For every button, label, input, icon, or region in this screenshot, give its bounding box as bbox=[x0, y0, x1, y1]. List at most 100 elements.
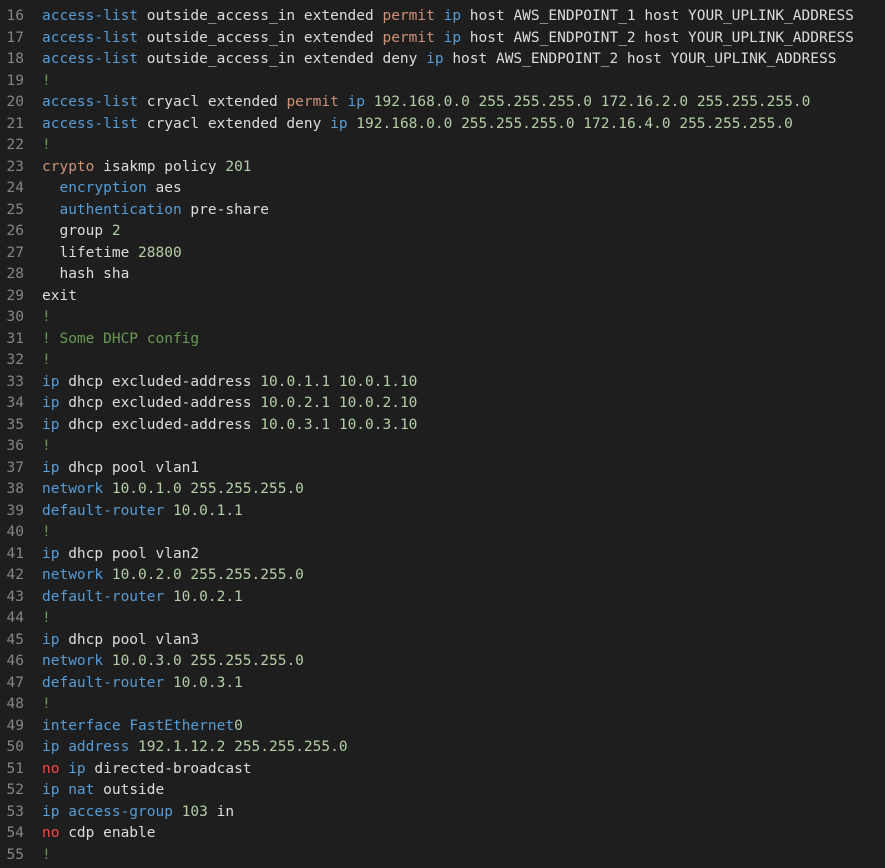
code-line[interactable]: 32! bbox=[0, 350, 885, 372]
token-num: 255.255.255.0 bbox=[697, 94, 811, 110]
code-content[interactable]: crypto isakmp policy 201 bbox=[42, 157, 885, 179]
code-line[interactable]: 46network 10.0.3.0 255.255.255.0 bbox=[0, 651, 885, 673]
code-content[interactable]: default-router 10.0.2.1 bbox=[42, 587, 885, 609]
code-content[interactable]: ! bbox=[42, 71, 885, 93]
code-line[interactable]: 33ip dhcp excluded-address 10.0.1.1 10.0… bbox=[0, 372, 885, 394]
code-line[interactable]: 51no ip directed-broadcast bbox=[0, 759, 885, 781]
code-content[interactable]: network 10.0.2.0 255.255.255.0 bbox=[42, 565, 885, 587]
code-line[interactable]: 47default-router 10.0.3.1 bbox=[0, 673, 885, 695]
code-content[interactable]: default-router 10.0.3.1 bbox=[42, 673, 885, 695]
code-line[interactable]: 55! bbox=[0, 845, 885, 867]
code-line[interactable]: 21access-list cryacl extended deny ip 19… bbox=[0, 114, 885, 136]
code-line[interactable]: 31! Some DHCP config bbox=[0, 329, 885, 351]
code-line[interactable]: 40! bbox=[0, 522, 885, 544]
code-content[interactable]: ! Some DHCP config bbox=[42, 329, 885, 351]
code-content[interactable]: ip dhcp pool vlan1 bbox=[42, 458, 885, 480]
code-content[interactable]: access-list outside_access_in extended d… bbox=[42, 49, 885, 71]
token-keyword: access-list bbox=[42, 51, 138, 67]
code-content[interactable]: no cdp enable bbox=[42, 823, 885, 845]
code-line[interactable]: 18access-list outside_access_in extended… bbox=[0, 49, 885, 71]
code-line[interactable]: 42network 10.0.2.0 255.255.255.0 bbox=[0, 565, 885, 587]
code-content[interactable]: ip dhcp excluded-address 10.0.1.1 10.0.1… bbox=[42, 372, 885, 394]
line-number: 52 bbox=[0, 780, 42, 802]
code-content[interactable]: ! bbox=[42, 522, 885, 544]
code-line[interactable]: 52ip nat outside bbox=[0, 780, 885, 802]
token-comment: ! bbox=[42, 352, 51, 368]
token-keyword: ip bbox=[68, 761, 85, 777]
code-content[interactable]: authentication pre-share bbox=[42, 200, 885, 222]
token-num: 192.1.12.2 bbox=[138, 739, 225, 755]
code-line[interactable]: 26 group 2 bbox=[0, 221, 885, 243]
token-default bbox=[59, 739, 68, 755]
code-line[interactable]: 25 authentication pre-share bbox=[0, 200, 885, 222]
code-content[interactable]: access-list outside_access_in extended p… bbox=[42, 28, 885, 50]
code-line[interactable]: 27 lifetime 28800 bbox=[0, 243, 885, 265]
code-content[interactable]: ! bbox=[42, 350, 885, 372]
code-content[interactable]: network 10.0.3.0 255.255.255.0 bbox=[42, 651, 885, 673]
code-line[interactable]: 35ip dhcp excluded-address 10.0.3.1 10.0… bbox=[0, 415, 885, 437]
line-number: 20 bbox=[0, 92, 42, 114]
code-line[interactable]: 49interface FastEthernet0 bbox=[0, 716, 885, 738]
code-content[interactable]: lifetime 28800 bbox=[42, 243, 885, 265]
code-line[interactable]: 41ip dhcp pool vlan2 bbox=[0, 544, 885, 566]
code-line[interactable]: 30! bbox=[0, 307, 885, 329]
code-content[interactable]: access-list cryacl extended permit ip 19… bbox=[42, 92, 885, 114]
code-content[interactable]: ! bbox=[42, 694, 885, 716]
token-permit: permit bbox=[382, 8, 434, 24]
code-content[interactable]: access-list cryacl extended deny ip 192.… bbox=[42, 114, 885, 136]
code-content[interactable]: ip dhcp pool vlan2 bbox=[42, 544, 885, 566]
code-line[interactable]: 50ip address 192.1.12.2 255.255.255.0 bbox=[0, 737, 885, 759]
code-content[interactable]: ! bbox=[42, 307, 885, 329]
code-editor[interactable]: 16access-list outside_access_in extended… bbox=[0, 6, 885, 866]
code-line[interactable]: 44! bbox=[0, 608, 885, 630]
code-content[interactable]: ip nat outside bbox=[42, 780, 885, 802]
code-line[interactable]: 43default-router 10.0.2.1 bbox=[0, 587, 885, 609]
code-line[interactable]: 22! bbox=[0, 135, 885, 157]
code-line[interactable]: 38network 10.0.1.0 255.255.255.0 bbox=[0, 479, 885, 501]
code-line[interactable]: 54no cdp enable bbox=[0, 823, 885, 845]
token-num: 192.168.0.0 bbox=[356, 116, 452, 132]
line-number: 43 bbox=[0, 587, 42, 609]
code-content[interactable]: ip access-group 103 in bbox=[42, 802, 885, 824]
code-line[interactable]: 20access-list cryacl extended permit ip … bbox=[0, 92, 885, 114]
code-content[interactable]: interface FastEthernet0 bbox=[42, 716, 885, 738]
code-content[interactable]: ! bbox=[42, 845, 885, 867]
code-line[interactable]: 16access-list outside_access_in extended… bbox=[0, 6, 885, 28]
code-line[interactable]: 34ip dhcp excluded-address 10.0.2.1 10.0… bbox=[0, 393, 885, 415]
code-line[interactable]: 19! bbox=[0, 71, 885, 93]
code-content[interactable]: ! bbox=[42, 436, 885, 458]
code-line[interactable]: 53ip access-group 103 in bbox=[0, 802, 885, 824]
code-content[interactable]: network 10.0.1.0 255.255.255.0 bbox=[42, 479, 885, 501]
code-line[interactable]: 24 encryption aes bbox=[0, 178, 885, 200]
token-keyword: ip bbox=[42, 804, 59, 820]
code-content[interactable]: ip dhcp excluded-address 10.0.3.1 10.0.3… bbox=[42, 415, 885, 437]
token-num: 255.255.255.0 bbox=[190, 567, 304, 583]
code-line[interactable]: 48! bbox=[0, 694, 885, 716]
code-content[interactable]: ! bbox=[42, 608, 885, 630]
code-content[interactable]: ip dhcp pool vlan3 bbox=[42, 630, 885, 652]
token-num: 10.0.2.1 bbox=[173, 589, 243, 605]
code-content[interactable]: default-router 10.0.1.1 bbox=[42, 501, 885, 523]
code-content[interactable]: ip address 192.1.12.2 255.255.255.0 bbox=[42, 737, 885, 759]
code-content[interactable]: access-list outside_access_in extended p… bbox=[42, 6, 885, 28]
token-default: pre-share bbox=[182, 202, 269, 218]
line-number: 50 bbox=[0, 737, 42, 759]
code-content[interactable]: group 2 bbox=[42, 221, 885, 243]
code-line[interactable]: 36! bbox=[0, 436, 885, 458]
code-content[interactable]: exit bbox=[42, 286, 885, 308]
code-line[interactable]: 28 hash sha bbox=[0, 264, 885, 286]
code-content[interactable]: encryption aes bbox=[42, 178, 885, 200]
token-keyword: access-list bbox=[42, 30, 138, 46]
token-default bbox=[575, 116, 584, 132]
code-content[interactable]: hash sha bbox=[42, 264, 885, 286]
line-number: 36 bbox=[0, 436, 42, 458]
code-line[interactable]: 23crypto isakmp policy 201 bbox=[0, 157, 885, 179]
code-content[interactable]: ip dhcp excluded-address 10.0.2.1 10.0.2… bbox=[42, 393, 885, 415]
code-line[interactable]: 39default-router 10.0.1.1 bbox=[0, 501, 885, 523]
code-line[interactable]: 37ip dhcp pool vlan1 bbox=[0, 458, 885, 480]
code-content[interactable]: no ip directed-broadcast bbox=[42, 759, 885, 781]
code-line[interactable]: 45ip dhcp pool vlan3 bbox=[0, 630, 885, 652]
code-line[interactable]: 29exit bbox=[0, 286, 885, 308]
code-line[interactable]: 17access-list outside_access_in extended… bbox=[0, 28, 885, 50]
code-content[interactable]: ! bbox=[42, 135, 885, 157]
